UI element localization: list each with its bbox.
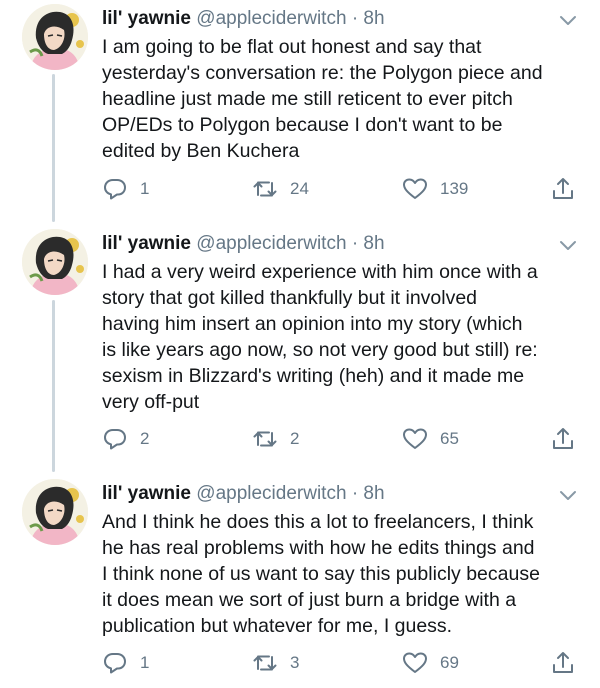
share-icon xyxy=(550,176,576,202)
avatar[interactable] xyxy=(22,229,88,295)
reply-button[interactable]: 1 xyxy=(102,648,149,678)
retweet-count: 3 xyxy=(290,653,300,672)
timestamp[interactable]: 8h xyxy=(363,8,384,29)
separator-dot: · xyxy=(351,233,359,254)
retweet-icon xyxy=(252,651,278,675)
heart-icon xyxy=(402,427,428,451)
share-button[interactable] xyxy=(550,648,576,678)
reply-button[interactable]: 1 xyxy=(102,174,149,204)
tweet-header: lil' yawnie @appleciderwitch · 8h xyxy=(102,479,572,509)
reply-icon xyxy=(102,177,128,201)
reply-button[interactable]: 2 xyxy=(102,424,149,454)
retweet-button[interactable]: 3 xyxy=(252,648,299,678)
share-button[interactable] xyxy=(550,424,576,454)
chevron-down-icon[interactable] xyxy=(556,10,580,30)
avatar[interactable] xyxy=(22,4,88,70)
timestamp[interactable]: 8h xyxy=(363,483,384,504)
heart-icon xyxy=(402,651,428,675)
like-button[interactable]: 139 xyxy=(402,174,468,204)
tweet[interactable]: lil' yawnie @appleciderwitch · 8h And I … xyxy=(0,479,600,688)
display-name[interactable]: lil' yawnie xyxy=(102,483,191,504)
retweet-count: 2 xyxy=(290,429,300,448)
like-count: 65 xyxy=(440,429,459,448)
tweet-actions: 1 3 69 xyxy=(102,648,582,678)
tweet-text: I had a very weird experience with him o… xyxy=(102,261,538,413)
tweet-header: lil' yawnie @appleciderwitch · 8h xyxy=(102,229,572,259)
heart-icon xyxy=(402,177,428,201)
chevron-down-icon[interactable] xyxy=(556,485,580,505)
avatar[interactable] xyxy=(22,479,88,545)
tweet-text: I am going to be flat out honest and say… xyxy=(102,36,543,162)
like-count: 69 xyxy=(440,653,459,672)
retweet-button[interactable]: 2 xyxy=(252,424,299,454)
tweet[interactable]: lil' yawnie @appleciderwitch · 8h I had … xyxy=(0,229,600,467)
display-name[interactable]: lil' yawnie xyxy=(102,8,191,29)
reply-icon xyxy=(102,651,128,675)
retweet-icon xyxy=(252,427,278,451)
retweet-button[interactable]: 24 xyxy=(252,174,309,204)
separator-dot: · xyxy=(351,8,359,29)
tweet-header: lil' yawnie @appleciderwitch · 8h xyxy=(102,4,572,34)
share-icon xyxy=(550,426,576,452)
tweet-actions: 1 24 139 xyxy=(102,174,582,204)
tweet-text: And I think he does this a lot to freela… xyxy=(102,511,540,637)
user-handle[interactable]: @appleciderwitch xyxy=(196,8,346,29)
like-button[interactable]: 69 xyxy=(402,648,459,678)
reply-count: 2 xyxy=(140,429,150,448)
timestamp[interactable]: 8h xyxy=(363,233,384,254)
tweet-actions: 2 2 65 xyxy=(102,424,582,454)
user-handle[interactable]: @appleciderwitch xyxy=(196,233,346,254)
retweet-icon xyxy=(252,177,278,201)
like-count: 139 xyxy=(440,179,469,198)
share-button[interactable] xyxy=(550,174,576,204)
share-icon xyxy=(550,650,576,676)
like-button[interactable]: 65 xyxy=(402,424,459,454)
reply-count: 1 xyxy=(140,179,150,198)
display-name[interactable]: lil' yawnie xyxy=(102,233,191,254)
retweet-count: 24 xyxy=(290,179,309,198)
chevron-down-icon[interactable] xyxy=(556,235,580,255)
reply-icon xyxy=(102,427,128,451)
separator-dot: · xyxy=(351,483,359,504)
reply-count: 1 xyxy=(140,653,150,672)
user-handle[interactable]: @appleciderwitch xyxy=(196,483,346,504)
tweet[interactable]: lil' yawnie @appleciderwitch · 8h I am g… xyxy=(0,4,600,216)
